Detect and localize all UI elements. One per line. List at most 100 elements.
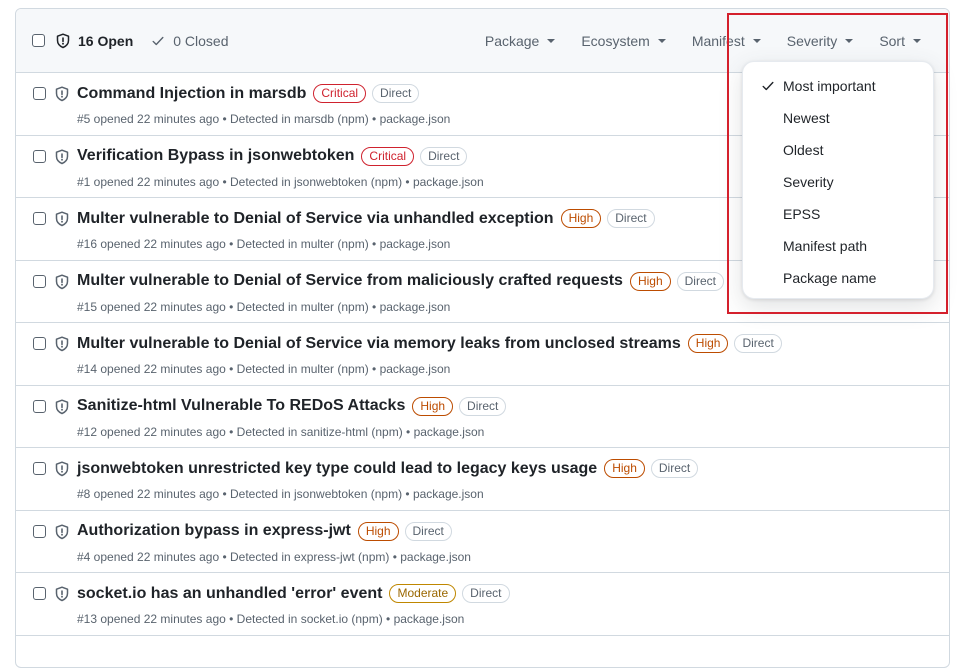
alert-checkbox[interactable]: [33, 524, 46, 538]
sort-option[interactable]: Severity: [743, 166, 933, 198]
alert-title-line: socket.io has an unhandled 'error' event…: [77, 584, 516, 603]
sort-option-label: Manifest path: [783, 238, 868, 254]
select-all-checkbox[interactable]: [32, 34, 45, 47]
closed-count-label: 0 Closed: [173, 32, 229, 49]
severity-label: High: [629, 271, 671, 291]
sort-option[interactable]: EPSS: [743, 198, 933, 230]
manifest-filter-label: Manifest: [691, 33, 745, 49]
ecosystem-filter[interactable]: Ecosystem: [581, 33, 666, 49]
ecosystem-filter-label: Ecosystem: [581, 33, 650, 49]
open-alerts-tab[interactable]: 16 Open: [55, 33, 133, 49]
sort-options: Most important Newest Oldest Severity EPSS Ma…: [743, 70, 933, 294]
alert-meta: #14 opened 22 minutes ago • Detected in …: [77, 362, 451, 376]
sort-option[interactable]: Newest: [743, 102, 933, 134]
alert-title-link[interactable]: Authorization bypass in express-jwt: [77, 522, 351, 540]
alert-row: socket.io has an unhandled 'error' event…: [16, 573, 949, 636]
shield-alert-icon: [55, 586, 69, 602]
alert-checkbox[interactable]: [33, 337, 46, 350]
alert-title-line: Multer vulnerable to Denial of Service f…: [77, 271, 730, 291]
severity-filter-label: Severity: [786, 33, 838, 49]
alert-title-line: Verification Bypass in jsonwebtoken Criti…: [77, 146, 473, 166]
alert-title-line: Sanitize-html Vulnerable To REDoS Attack…: [77, 396, 512, 416]
alert-checkbox[interactable]: [33, 87, 46, 100]
severity-filter[interactable]: Severity: [787, 33, 854, 49]
caret-down-icon: [913, 39, 921, 43]
shield-alert-icon: [55, 461, 69, 477]
sort-option-label: EPSS: [783, 206, 821, 222]
severity-label: Moderate: [389, 584, 457, 603]
severity-label: High: [357, 521, 399, 541]
alert-title-line: Multer vulnerable to Denial of Service v…: [77, 334, 788, 353]
alert-checkbox[interactable]: [33, 212, 46, 225]
severity-label: Critical: [361, 146, 415, 166]
shield-alert-icon: [55, 523, 69, 539]
shield-alert-icon: [55, 211, 69, 227]
state-filters: 16 Open 0 Closed: [32, 33, 229, 49]
manifest-filter[interactable]: Manifest: [692, 33, 761, 49]
sort-option[interactable]: Most important: [743, 70, 933, 102]
shield-alert-icon: [55, 148, 69, 164]
alert-title-link[interactable]: Sanitize-html Vulnerable To REDoS Attack…: [77, 397, 405, 415]
severity-label: High: [412, 396, 454, 416]
check-icon: [762, 81, 774, 91]
sort-option[interactable]: Oldest: [743, 134, 933, 166]
caret-down-icon: [547, 39, 556, 43]
alert-checkbox[interactable]: [33, 587, 46, 600]
sort-option-label: Severity: [783, 174, 834, 190]
sort-option-label: Newest: [783, 110, 830, 126]
alert-title-line: jsonwebtoken unrestricted key type could…: [77, 459, 704, 478]
alert-meta: #12 opened 22 minutes ago • Detected in …: [77, 424, 485, 439]
alert-checkbox[interactable]: [33, 274, 46, 288]
relationship-label: Direct: [734, 334, 782, 353]
relationship-label: Direct: [372, 84, 420, 103]
alert-meta: #16 opened 22 minutes ago • Detected in …: [77, 237, 451, 251]
alert-checkbox[interactable]: [33, 149, 46, 163]
sort-filter[interactable]: Sort: [879, 33, 921, 49]
alert-meta: #1 opened 22 minutes ago • Detected in j…: [77, 174, 484, 189]
relationship-label: Direct: [404, 521, 452, 541]
package-filter[interactable]: Package: [484, 33, 556, 49]
sort-option-label: Package name: [783, 270, 877, 286]
alert-row: jsonwebtoken unrestricted key type could…: [16, 448, 949, 511]
severity-label: High: [687, 334, 729, 353]
sort-option[interactable]: Manifest path: [743, 230, 933, 262]
shield-alert-icon: [55, 336, 69, 352]
caret-down-icon: [845, 39, 854, 43]
sort-option[interactable]: Package name: [743, 262, 933, 294]
alert-meta: #8 opened 22 minutes ago • Detected in j…: [77, 487, 484, 501]
shield-icon: [56, 32, 70, 48]
alert-row: Sanitize-html Vulnerable To REDoS Attack…: [16, 386, 949, 448]
alert-title-link[interactable]: Command Injection in marsdb: [77, 85, 306, 103]
relationship-label: Direct: [420, 146, 468, 166]
relationship-label: Direct: [462, 584, 510, 603]
caret-down-icon: [657, 39, 666, 43]
alert-checkbox[interactable]: [33, 462, 46, 475]
relationship-label: Direct: [650, 459, 699, 478]
shield-alert-icon: [55, 86, 69, 102]
alert-title-link[interactable]: socket.io has an unhandled 'error' event: [77, 585, 382, 603]
severity-label: Critical: [313, 84, 367, 103]
alert-checkbox[interactable]: [33, 399, 46, 413]
closed-alerts-tab[interactable]: 0 Closed: [151, 32, 229, 49]
shield-alert-icon: [55, 398, 69, 414]
relationship-label: Direct: [607, 209, 655, 228]
alert-title-link[interactable]: Verification Bypass in jsonwebtoken: [77, 147, 354, 165]
alert-title-line: Authorization bypass in express-jwt High D…: [77, 521, 458, 541]
alert-row: Authorization bypass in express-jwt High D…: [16, 511, 949, 573]
alert-title-link[interactable]: Multer vulnerable to Denial of Service f…: [77, 272, 623, 290]
alert-meta: #13 opened 22 minutes ago • Detected in …: [77, 612, 465, 626]
alert-meta: #4 opened 22 minutes ago • Detected in e…: [77, 549, 471, 564]
severity-label: High: [604, 459, 645, 478]
check-icon: [152, 36, 164, 45]
alert-title-link[interactable]: jsonwebtoken unrestricted key type could…: [77, 460, 597, 478]
sort-option-label: Oldest: [783, 142, 824, 158]
relationship-label: Direct: [459, 396, 507, 416]
alert-title-link[interactable]: Multer vulnerable to Denial of Service v…: [77, 210, 554, 228]
shield-alert-icon: [55, 273, 69, 289]
alert-title-line: Command Injection in marsdb Critical Direc…: [77, 84, 425, 103]
alert-meta: #5 opened 22 minutes ago • Detected in m…: [77, 112, 451, 126]
alert-title-line: Multer vulnerable to Denial of Service v…: [77, 209, 661, 228]
sort-filter-label: Sort: [879, 33, 905, 49]
package-filter-label: Package: [484, 33, 540, 49]
alert-title-link[interactable]: Multer vulnerable to Denial of Service v…: [77, 335, 681, 353]
